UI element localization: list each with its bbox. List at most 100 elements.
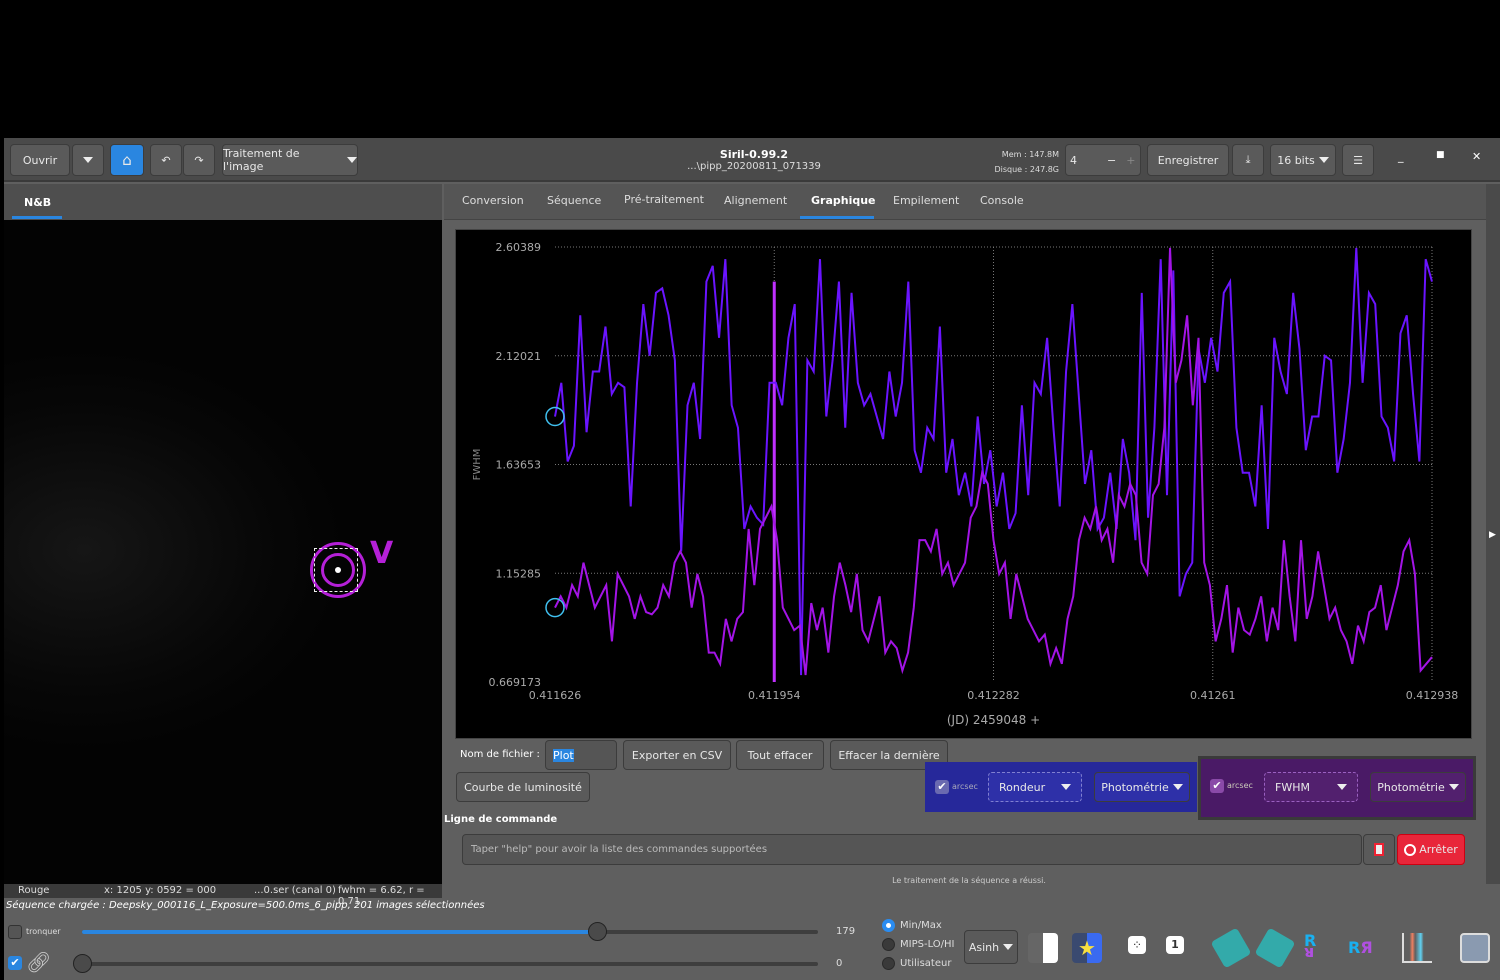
close-button[interactable]: ✕ xyxy=(1472,150,1481,163)
file-channel: ...0.ser (canal 0) xyxy=(254,885,336,896)
command-help-button[interactable] xyxy=(1363,834,1395,865)
link-checkbox[interactable]: ✔ xyxy=(8,956,22,970)
main-menu-button[interactable]: ☰ xyxy=(1342,144,1374,176)
undo-icon: ↶ xyxy=(161,153,171,167)
x-axis-label: (JD) 2459048 + xyxy=(947,713,1040,727)
side-panel-toggle[interactable]: ▶ xyxy=(1486,184,1500,884)
false-color-icon[interactable]: ★ xyxy=(1072,933,1102,963)
cursor-coords: x: 1205 y: 0592 = 000 xyxy=(104,885,217,896)
chevron-down-icon xyxy=(1172,784,1183,790)
plus-icon[interactable]: + xyxy=(1126,154,1135,167)
sequence-path: ...\pipp_20200811_071339 xyxy=(687,161,821,172)
negative-view-icon[interactable] xyxy=(1028,933,1058,963)
arcsec-checkbox-right[interactable]: ✔ xyxy=(1210,779,1224,793)
light-curve-button[interactable]: Courbe de luminosité xyxy=(456,772,590,802)
right-plot-group: ✔ arcsec FWHM Photométrie xyxy=(1198,756,1476,820)
clear-all-button[interactable]: Tout effacer xyxy=(736,740,824,770)
mirror-y-icon[interactable]: RЯ xyxy=(1348,938,1384,968)
tab-console[interactable]: Console xyxy=(980,194,1024,207)
star xyxy=(335,567,341,573)
chevron-down-icon xyxy=(1061,784,1071,790)
radio-mips[interactable] xyxy=(882,938,895,951)
active-tab-indicator xyxy=(12,216,62,219)
chevron-down-icon xyxy=(1003,944,1014,950)
right-metric-select[interactable]: FWHM xyxy=(1264,772,1358,802)
arcsec-checkbox-left[interactable]: ✔ xyxy=(935,780,949,794)
radio-user[interactable] xyxy=(882,957,895,970)
main-tabs xyxy=(444,184,1494,220)
fwhm-chart: 2.603892.120211.636531.152850.6691730.41… xyxy=(472,241,1458,727)
y-tick-label: 2.12021 xyxy=(496,350,542,363)
y-axis-label: FWHM xyxy=(472,449,483,481)
minimize-button[interactable]: _ xyxy=(1398,150,1404,163)
high-value: 179 xyxy=(836,926,856,937)
tab-nb[interactable]: N&B xyxy=(24,196,51,209)
open-menu-button[interactable] xyxy=(72,144,104,176)
redo-icon: ↷ xyxy=(194,153,204,167)
tab-sequence[interactable]: Séquence xyxy=(547,194,601,207)
left-source-select[interactable]: Photométrie xyxy=(1094,772,1190,802)
zoom-one-icon[interactable]: 1 xyxy=(1166,936,1184,954)
x-tick-label: 0.412282 xyxy=(967,689,1020,702)
y-tick-label: 2.60389 xyxy=(496,241,542,254)
sequence-status: Séquence chargée : Deepsky_000116_L_Expo… xyxy=(6,900,485,911)
rotate-left-icon[interactable] xyxy=(1210,927,1252,969)
tab-stacking[interactable]: Empilement xyxy=(893,194,959,207)
right-source-select[interactable]: Photométrie xyxy=(1370,772,1466,802)
stretch-select[interactable]: Asinh xyxy=(964,930,1018,964)
command-input[interactable]: Taper "help" pour avoir la liste des com… xyxy=(462,834,1362,865)
app-title: Siril-0.99.2 xyxy=(719,148,789,161)
image-viewer[interactable]: V xyxy=(4,220,442,884)
mode-label: MIPS-LO/HI xyxy=(900,939,955,950)
chevron-down-icon xyxy=(1337,784,1347,790)
low-slider[interactable] xyxy=(73,954,818,973)
filename-label: Nom de fichier : xyxy=(460,749,540,760)
tab-alignment[interactable]: Alignement xyxy=(724,194,787,207)
save-button[interactable]: Enregistrer xyxy=(1147,144,1229,176)
open-button[interactable]: Ouvrir xyxy=(10,144,70,176)
clip-checkbox[interactable] xyxy=(8,925,22,939)
tab-graph[interactable]: Graphique xyxy=(811,194,876,207)
high-slider[interactable] xyxy=(82,922,818,941)
bit-depth-select[interactable]: 16 bits xyxy=(1270,144,1336,176)
rotate-right-icon[interactable] xyxy=(1254,927,1296,969)
tab-preprocessing[interactable]: Pré-traitement xyxy=(624,193,704,206)
tab-conversion[interactable]: Conversion xyxy=(462,194,524,207)
slider-handle[interactable] xyxy=(588,922,608,941)
download-icon: ⤓ xyxy=(1245,153,1251,166)
home-button[interactable]: ⌂ xyxy=(110,144,144,176)
metric-label: Rondeur xyxy=(999,780,1046,794)
undo-button[interactable]: ↶ xyxy=(150,144,182,176)
save-as-button[interactable]: ⤓ xyxy=(1232,144,1264,176)
histogram-icon[interactable] xyxy=(1402,933,1432,963)
image-stack-icon[interactable] xyxy=(1460,933,1490,963)
left-plot-group: ✔ arcsec Rondeur Photométrie xyxy=(925,762,1197,812)
mirror-x-icon[interactable]: Rᴚ xyxy=(1304,931,1334,961)
source-label: Photométrie xyxy=(1377,780,1445,794)
home-icon: ⌂ xyxy=(122,151,132,169)
radio-minmax[interactable] xyxy=(882,919,895,932)
export-csv-button[interactable]: Exporter en CSV xyxy=(623,740,731,770)
filename-input[interactable]: Plot xyxy=(545,740,617,770)
chevron-down-icon xyxy=(347,157,357,163)
image-status-bar: Rouge x: 1205 y: 0592 = 000 ...0.ser (ca… xyxy=(4,884,442,907)
image-processing-menu[interactable]: Traitement de l'image xyxy=(222,144,358,176)
x-tick-label: 0.41261 xyxy=(1190,689,1236,702)
plot-area[interactable]: 2.60389 2.12021 1.63653 1.15285 0.669173 0.41… xyxy=(455,229,1472,739)
active-tab-indicator xyxy=(800,216,874,219)
chevron-down-icon xyxy=(1318,157,1329,163)
memory-usage: Mem : 147.8M xyxy=(1001,150,1059,159)
stop-button[interactable]: Arrêter xyxy=(1397,834,1465,865)
maximize-button[interactable]: ■ xyxy=(1436,150,1445,160)
zoom-fit-icon[interactable]: ⁘ xyxy=(1128,936,1146,954)
disk-usage: Disque : 247.8G xyxy=(994,165,1059,174)
redo-button[interactable]: ↷ xyxy=(183,144,215,176)
chevron-down-icon xyxy=(83,157,93,163)
metric-label: FWHM xyxy=(1275,780,1310,794)
threads-spinner[interactable]: 4 − + xyxy=(1065,144,1141,176)
low-value: 0 xyxy=(836,958,843,969)
slider-handle[interactable] xyxy=(73,954,92,973)
minus-icon[interactable]: − xyxy=(1107,154,1116,167)
left-metric-select[interactable]: Rondeur xyxy=(988,772,1082,802)
y-tick-label: 1.63653 xyxy=(496,459,542,472)
